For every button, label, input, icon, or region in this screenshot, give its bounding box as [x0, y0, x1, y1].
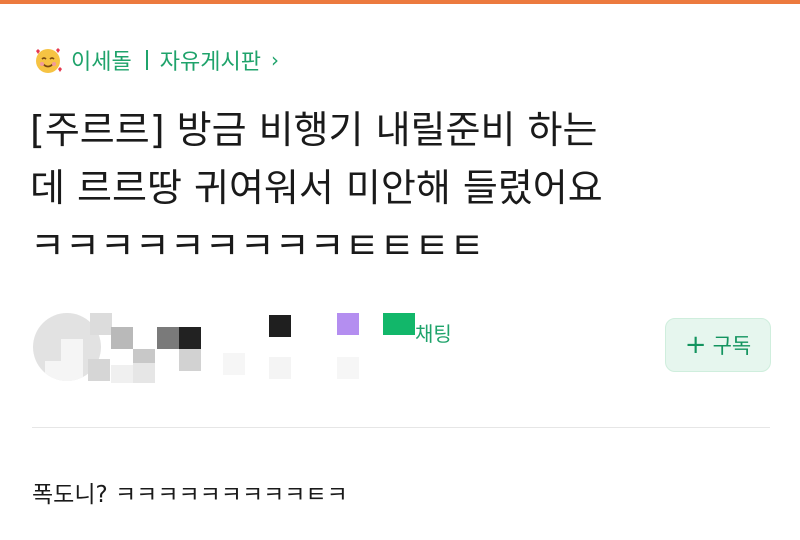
breadcrumb: 이세돌 자유게시판 › [33, 44, 279, 76]
chat-link[interactable]: 채팅 [415, 318, 452, 347]
breadcrumb-divider [145, 50, 148, 70]
post-title-line-2: 데 르르땅 귀여워서 미안해 들렸어요 [30, 166, 603, 210]
chevron-right-icon[interactable]: › [271, 48, 279, 72]
post-title: [주르르] 방금 비행기 내릴준비 하는 데 르르땅 귀여워서 미안해 들렸어요… [30, 101, 770, 275]
subscribe-label: 구독 [712, 334, 752, 358]
author-row: 채팅 [33, 313, 593, 383]
post-title-line-3: ㅋㅋㅋㅋㅋㅋㅋㅋㅋㅌㅌㅌㅌ [30, 224, 485, 268]
subscribe-button[interactable]: + 구독 [665, 318, 771, 372]
top-accent-bar [0, 0, 800, 4]
post-title-line-1: [주르르] 방금 비행기 내릴준비 하는 [30, 108, 598, 152]
board-owner-link[interactable]: 이세돌 [71, 44, 132, 76]
board-name-link[interactable]: 자유게시판 [160, 44, 261, 76]
divider [32, 427, 770, 428]
plus-icon: + [684, 330, 707, 360]
post-body: 폭도니? ㅋㅋㅋㅋㅋㅋㅋㅋㅋㅌㅋ [32, 482, 348, 508]
smiling-face-with-hearts-icon [33, 45, 63, 75]
